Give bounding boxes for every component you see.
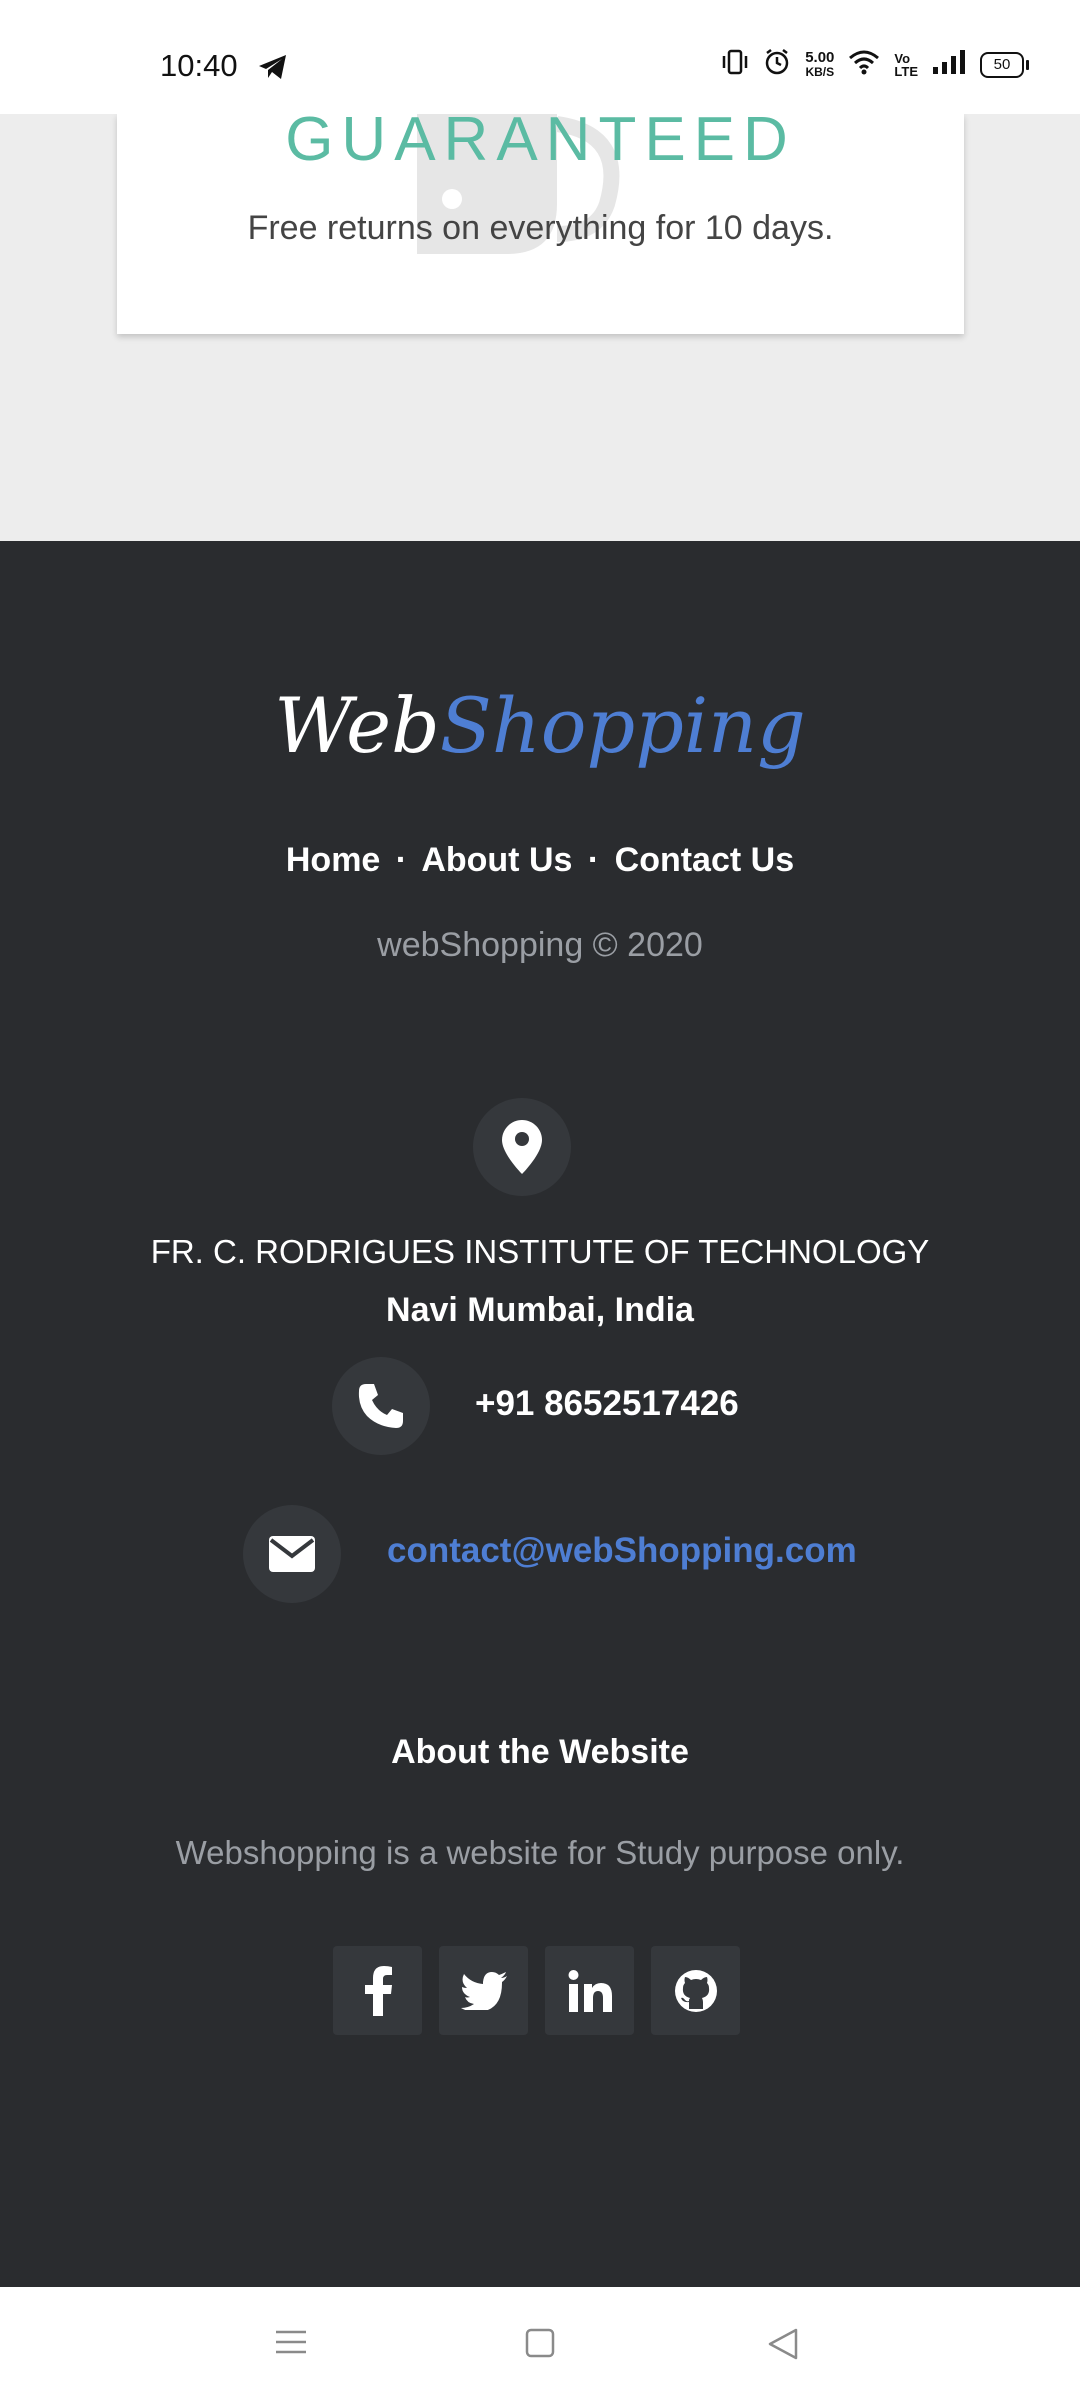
volte-indicator: Vo LTE <box>894 52 918 78</box>
wifi-icon <box>848 49 880 80</box>
battery-icon: 50 <box>980 51 1029 78</box>
status-time: 10:40 <box>160 48 238 83</box>
twitter-icon[interactable] <box>439 1946 528 2035</box>
status-icons: 5.00 KB/S Vo LTE 50 <box>721 48 1029 81</box>
logo-part-web: Web <box>274 681 440 770</box>
logo-part-shopping: Shopping <box>439 681 806 770</box>
footer-nav: Home · About Us · Contact Us <box>0 841 1080 880</box>
footer-link-home[interactable]: Home <box>286 841 380 879</box>
footer-link-contact[interactable]: Contact Us <box>615 841 794 879</box>
site-logo[interactable]: WebShopping <box>0 681 1080 770</box>
about-text: Webshopping is a website for Study purpo… <box>175 1834 905 1871</box>
linkedin-icon[interactable] <box>545 1946 634 2035</box>
signal-icon <box>932 49 966 80</box>
speed-value: 5.00 <box>805 48 835 66</box>
volte-line1: Vo <box>894 50 911 66</box>
speed-unit: KB/S <box>805 64 835 79</box>
footer-link-about[interactable]: About Us <box>421 841 572 879</box>
telegram-icon <box>258 54 288 85</box>
phone-icon <box>332 1357 430 1455</box>
nav-separator: · <box>395 841 408 879</box>
nav-separator: · <box>587 841 600 879</box>
volte-line2: LTE <box>894 63 918 79</box>
footer: WebShopping Home · About Us · Contact Us… <box>0 541 1080 2287</box>
envelope-icon <box>243 1505 341 1603</box>
card-title: GUARANTEED <box>285 105 796 174</box>
back-icon[interactable] <box>766 2327 800 2366</box>
email-link[interactable]: contact@webShopping.com <box>387 1531 857 1571</box>
alarm-icon <box>763 48 791 81</box>
address-line-1: FR. C. RODRIGUES INSTITUTE OF TECHNOLOGY <box>150 1233 930 1270</box>
vibrate-icon <box>721 48 749 81</box>
location-pin-icon <box>473 1098 571 1196</box>
phone-number[interactable]: +91 8652517426 <box>475 1384 739 1424</box>
copyright-text: webShopping © 2020 <box>377 926 703 964</box>
social-links <box>333 1946 740 2035</box>
about-title: About the Website <box>391 1733 689 1771</box>
facebook-icon[interactable] <box>333 1946 422 2035</box>
github-icon[interactable] <box>651 1946 740 2035</box>
menu-icon[interactable] <box>274 2327 308 2362</box>
home-icon[interactable] <box>524 2327 556 2364</box>
status-bar: 10:40 5.00 KB/S Vo LTE 50 <box>0 0 1080 114</box>
guarantee-card: GUARANTEED Free returns on everything fo… <box>117 105 964 334</box>
network-speed: 5.00 KB/S <box>805 50 834 80</box>
guarantee-section: GUARANTEED Free returns on everything fo… <box>0 105 1080 541</box>
card-text: Free returns on everything for 10 days. <box>247 209 834 247</box>
address-line-2: Navi Mumbai, India <box>386 1291 694 1329</box>
system-nav-bar <box>0 2287 1080 2400</box>
